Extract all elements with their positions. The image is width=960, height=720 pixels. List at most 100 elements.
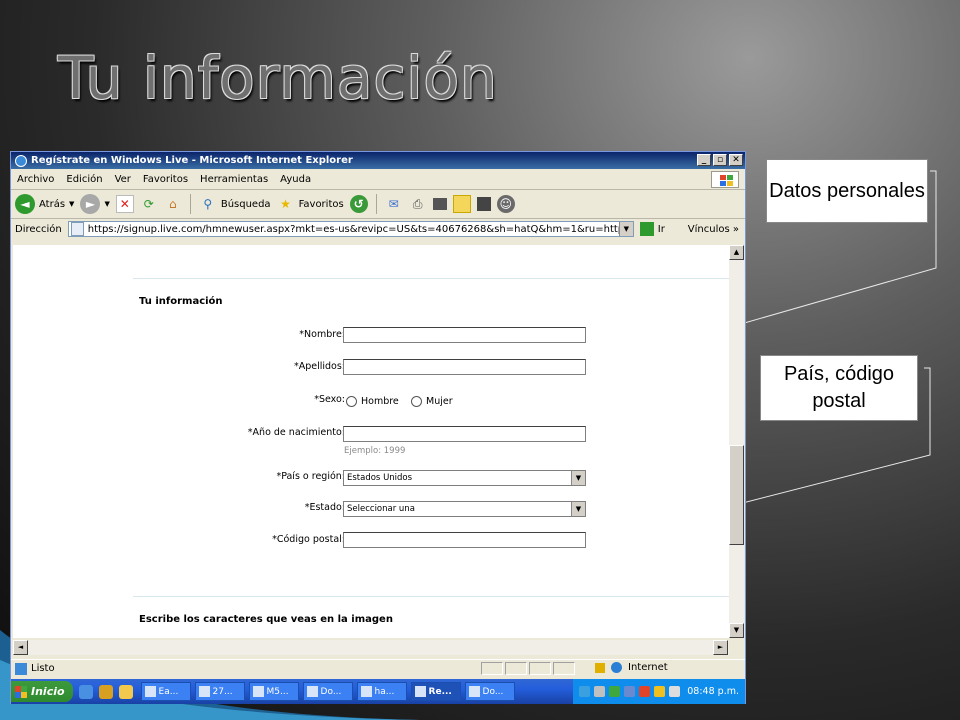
maximize-button[interactable]: ▫: [713, 154, 727, 166]
taskbar-item[interactable]: Do...: [302, 682, 353, 701]
search-button[interactable]: ⚲ Búsqueda: [199, 195, 271, 213]
status-bar: Listo Internet: [11, 659, 745, 677]
apellidos-input[interactable]: [343, 359, 586, 375]
favorites-label: Favoritos: [298, 198, 344, 210]
menu-edicion[interactable]: Edición: [66, 174, 102, 185]
messenger-tray-icon[interactable]: [609, 686, 620, 697]
outlook-quicklaunch-icon[interactable]: [98, 684, 113, 699]
taskbar-item[interactable]: M5...: [248, 682, 299, 701]
estado-value: Seleccionar una: [347, 504, 415, 514]
back-label: Atrás: [39, 198, 66, 210]
scroll-down-icon[interactable]: ▼: [729, 623, 744, 638]
search-label: Búsqueda: [220, 198, 271, 210]
tray-icon[interactable]: [654, 686, 665, 697]
stop-icon[interactable]: ✕: [115, 195, 134, 213]
quick-launch: [78, 684, 133, 699]
pais-select[interactable]: Estados Unidos ▼: [343, 470, 586, 486]
radio-hombre[interactable]: Hombre: [346, 396, 399, 407]
go-arrow-icon: [639, 222, 654, 236]
page-icon: [70, 222, 84, 236]
estado-select[interactable]: Seleccionar una ▼: [343, 501, 586, 517]
horizontal-scrollbar[interactable]: ◄ ►: [13, 640, 729, 655]
messenger-quicklaunch-icon[interactable]: [118, 684, 133, 699]
nombre-input[interactable]: [343, 327, 586, 343]
close-button[interactable]: ✕: [729, 154, 743, 166]
security-zone: Internet: [595, 662, 668, 673]
label-estado: *Estado:: [304, 502, 345, 513]
taskbar-item[interactable]: 27...: [194, 682, 245, 701]
taskbar-item-active[interactable]: Re...: [410, 682, 461, 701]
vertical-scrollbar[interactable]: ▲ ▼: [729, 245, 744, 638]
radio-label: Hombre: [361, 396, 399, 407]
zone-label: Internet: [628, 662, 668, 673]
links-label: Vínculos: [687, 223, 730, 235]
research-icon[interactable]: [476, 197, 491, 211]
go-button[interactable]: Ir: [639, 222, 665, 236]
next-section-title: Escribe los caracteres que veas en la im…: [139, 614, 393, 625]
start-button[interactable]: Inicio: [11, 681, 73, 702]
history-icon[interactable]: ↺: [349, 195, 368, 213]
taskbar-item[interactable]: Ea...: [140, 682, 191, 701]
mail-icon[interactable]: ✉: [385, 195, 403, 213]
menu-herramientas[interactable]: Herramientas: [200, 174, 268, 185]
taskbar-item[interactable]: ha...: [356, 682, 407, 701]
chevron-down-icon[interactable]: ▼: [618, 222, 633, 236]
minimize-button[interactable]: _: [697, 154, 711, 166]
scroll-left-icon[interactable]: ◄: [13, 640, 28, 655]
clock[interactable]: 08:48 p.m.: [687, 686, 739, 697]
address-label: Dirección: [15, 223, 62, 235]
status-panes: [481, 662, 575, 675]
chevron-down-icon: ▼: [571, 471, 585, 485]
chevron-down-icon: ▼: [571, 502, 585, 516]
task-label: Do...: [320, 686, 342, 697]
edit-icon[interactable]: [432, 198, 447, 210]
window-title: Regístrate en Windows Live - Microsoft I…: [31, 155, 353, 166]
tray-icon[interactable]: [624, 686, 635, 697]
radio-circle-icon: [346, 396, 357, 407]
address-input[interactable]: https://signup.live.com/hmnewuser.aspx?m…: [67, 221, 634, 237]
discuss-icon[interactable]: [452, 195, 471, 213]
back-button[interactable]: ◄ Atrás ▼: [15, 194, 74, 214]
address-url: https://signup.live.com/hmnewuser.aspx?m…: [87, 223, 633, 235]
scroll-right-icon[interactable]: ►: [713, 640, 728, 655]
taskbar-item[interactable]: Do...: [464, 682, 515, 701]
volume-icon[interactable]: [594, 686, 605, 697]
address-bar: Dirección https://signup.live.com/hmnewu…: [11, 219, 745, 239]
forward-button[interactable]: ► ▼: [80, 194, 110, 214]
menu-bar: Archivo Edición Ver Favoritos Herramient…: [11, 169, 745, 190]
chevron-down-icon: ▼: [104, 200, 110, 208]
codigo-postal-input[interactable]: [343, 532, 586, 548]
callout-text: País, código postal: [783, 363, 895, 412]
toolbar-divider: [189, 194, 191, 214]
anio-input[interactable]: [343, 426, 586, 442]
menu-archivo[interactable]: Archivo: [17, 174, 54, 185]
scroll-up-icon[interactable]: ▲: [729, 245, 744, 260]
radio-circle-icon: [411, 396, 422, 407]
task-label: 27...: [212, 686, 233, 697]
tray-icon[interactable]: [669, 686, 680, 697]
tray-icon[interactable]: [639, 686, 650, 697]
radio-mujer[interactable]: Mujer: [411, 396, 453, 407]
home-icon[interactable]: ⌂: [164, 195, 182, 213]
links-button[interactable]: Vínculos »: [688, 224, 739, 235]
network-icon[interactable]: [579, 686, 590, 697]
slide-title: Tu información: [58, 44, 498, 112]
window-titlebar[interactable]: Regístrate en Windows Live - Microsoft I…: [11, 152, 745, 169]
ie-quicklaunch-icon[interactable]: [78, 684, 93, 699]
toolbar-divider: [375, 194, 377, 214]
page-status-icon: [15, 662, 27, 675]
messenger-icon[interactable]: ☺: [496, 195, 515, 213]
favorites-button[interactable]: ★ Favoritos: [277, 195, 344, 213]
callout-pais-codigo: País, código postal: [760, 355, 918, 421]
menu-favoritos[interactable]: Favoritos: [143, 174, 188, 185]
task-label: ha...: [374, 686, 395, 697]
refresh-icon[interactable]: ⟳: [140, 195, 158, 213]
menu-ver[interactable]: Ver: [115, 174, 131, 185]
print-icon[interactable]: ⎙: [409, 195, 427, 213]
label-nombre: *Nombre:: [299, 329, 345, 340]
menu-ayuda[interactable]: Ayuda: [280, 174, 311, 185]
forward-arrow-icon: ►: [80, 194, 101, 214]
scroll-thumb[interactable]: [729, 445, 744, 545]
radio-label: Mujer: [426, 396, 453, 407]
chevron-down-icon: ▼: [69, 200, 75, 208]
